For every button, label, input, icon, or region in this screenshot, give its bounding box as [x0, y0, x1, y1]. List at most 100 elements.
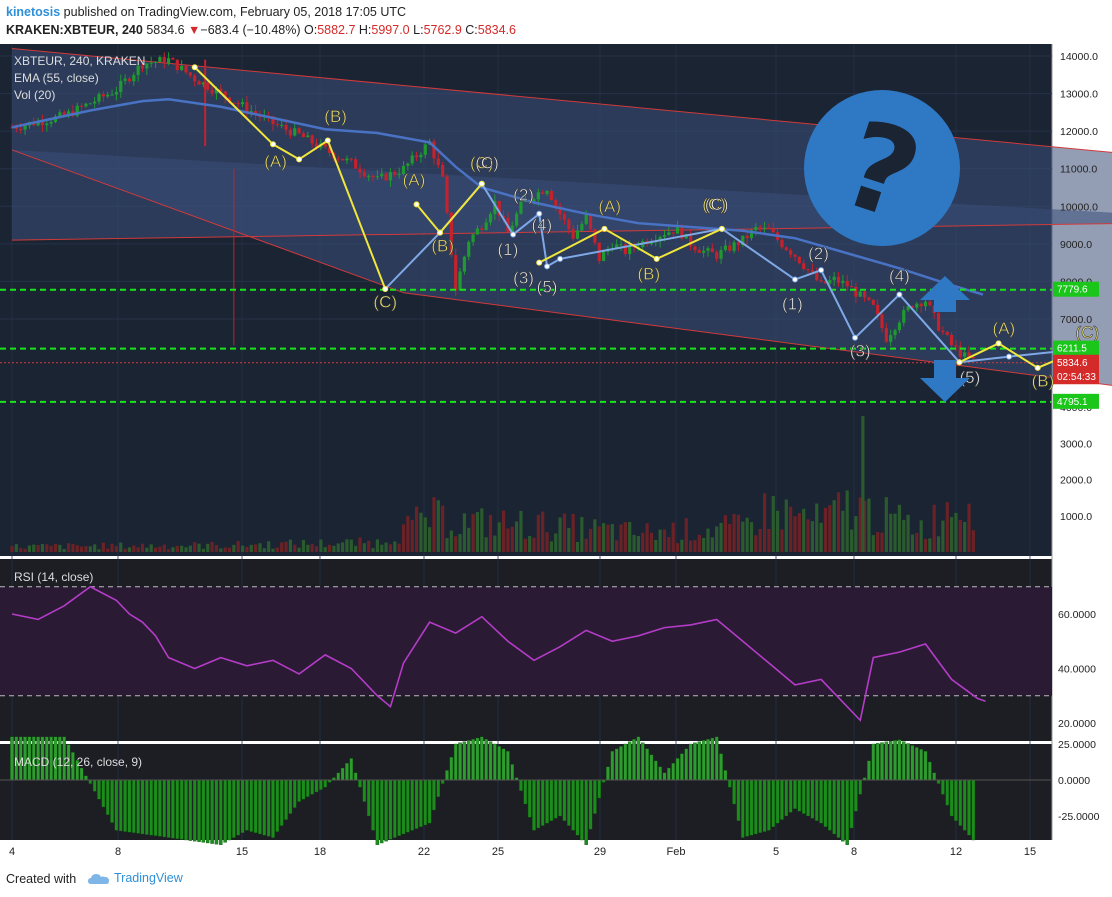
volume-bar	[932, 504, 936, 552]
macd-bar	[236, 779, 240, 836]
candle-body	[697, 250, 701, 253]
candle-body	[754, 226, 758, 231]
candle-body	[484, 222, 488, 230]
volume-bar	[832, 500, 836, 552]
tradingview-link[interactable]: TradingView	[88, 871, 183, 885]
volume-bar	[893, 513, 897, 552]
volume-bar	[62, 549, 66, 552]
volume-bar	[619, 524, 623, 552]
volume-bar	[923, 538, 928, 552]
wave-node	[296, 156, 303, 163]
macd-bar	[158, 779, 162, 837]
wave-node	[382, 285, 389, 292]
volume-bar	[49, 545, 53, 552]
macd-bar	[288, 779, 293, 814]
macd-bar	[780, 779, 784, 820]
rsi-tick-label: 20.0000	[1058, 718, 1096, 730]
macd-bar	[136, 779, 140, 834]
macd-bar	[801, 779, 806, 814]
macd-bar	[301, 779, 306, 800]
wave-node	[1034, 364, 1041, 371]
candle-body	[702, 250, 706, 253]
volume-bar	[732, 514, 736, 552]
candle-body	[275, 124, 279, 126]
macd-bar	[214, 779, 219, 845]
macd-bar	[614, 748, 619, 781]
macd-bar	[188, 779, 193, 841]
volume-bar	[802, 508, 806, 552]
chart-canvas[interactable]: (A)(B)(C)(A)(B)(C)(C)(2)(1)(4)(3) (5)(A)(…	[0, 44, 1112, 856]
volume-bar	[167, 549, 171, 552]
macd-bar	[571, 779, 575, 831]
candle-body	[580, 223, 584, 231]
volume-bar	[288, 539, 292, 552]
candle-body	[784, 247, 788, 251]
macd-bar	[580, 779, 584, 841]
author-link[interactable]: kinetosis	[6, 5, 60, 19]
volume-bar	[915, 532, 919, 552]
candle-body	[184, 65, 188, 73]
macd-bar	[501, 748, 506, 781]
wave-node	[324, 137, 331, 144]
volume-tick-label: 2000.0	[1060, 475, 1092, 487]
macd-bar	[279, 779, 284, 826]
volume-bar	[75, 545, 79, 552]
volume-bar	[806, 519, 810, 552]
time-tick-label: Feb	[667, 846, 686, 856]
volume-bar	[523, 538, 527, 552]
macd-bar	[806, 779, 810, 817]
macd-bar	[79, 767, 84, 781]
wave-label: (A)	[403, 171, 426, 190]
macd-bar	[440, 779, 445, 784]
tradingview-cloud-icon	[88, 873, 109, 884]
candle-body	[662, 235, 667, 237]
macd-bar	[836, 779, 841, 838]
macd-bar	[88, 779, 93, 784]
volume-bar	[406, 516, 410, 552]
footer: Created with TradingView	[0, 858, 1112, 897]
macd-bar	[349, 758, 354, 781]
macd-bar	[184, 779, 188, 841]
macd-bar	[510, 764, 514, 781]
macd-bar	[810, 779, 815, 819]
volume-bar	[493, 535, 497, 552]
macd-bar	[723, 770, 728, 781]
candle-body	[454, 255, 458, 291]
wave-label: (4)	[531, 216, 552, 235]
macd-bar	[114, 779, 119, 831]
volume-tick-label: 3000.0	[1060, 438, 1092, 450]
volume-bar	[310, 544, 314, 552]
macd-bar	[458, 742, 462, 781]
volume-bar	[127, 547, 132, 552]
volume-bar	[423, 517, 427, 552]
candle-body	[410, 155, 414, 164]
candle-body	[149, 62, 153, 64]
macd-bar	[684, 748, 689, 781]
volume-bar	[201, 548, 205, 552]
wave-node	[956, 359, 963, 366]
wave-label: (2)	[513, 186, 534, 205]
wave-node	[557, 255, 564, 262]
volume-bar	[188, 545, 192, 552]
macd-bar	[797, 779, 802, 812]
time-tick-label: 8	[115, 846, 121, 856]
candle-body	[667, 232, 671, 236]
volume-bar	[332, 545, 336, 552]
macd-bar	[910, 745, 915, 781]
volume-bar	[693, 540, 697, 552]
macd-bar	[271, 779, 275, 838]
candle-body	[541, 192, 545, 195]
macd-bar	[179, 779, 184, 840]
wave-node	[536, 259, 543, 266]
chart-header: kinetosis published on TradingView.com, …	[0, 0, 1112, 44]
macd-bar	[884, 741, 889, 781]
volume-bar	[454, 536, 458, 552]
candle-body	[80, 105, 84, 107]
high-value: 5997.0	[371, 23, 410, 37]
volume-bar	[736, 514, 741, 552]
macd-bar	[379, 779, 384, 844]
volume-bar	[284, 541, 288, 552]
macd-bar	[466, 740, 471, 781]
macd-bar	[223, 779, 227, 843]
volume-bar	[706, 528, 710, 552]
